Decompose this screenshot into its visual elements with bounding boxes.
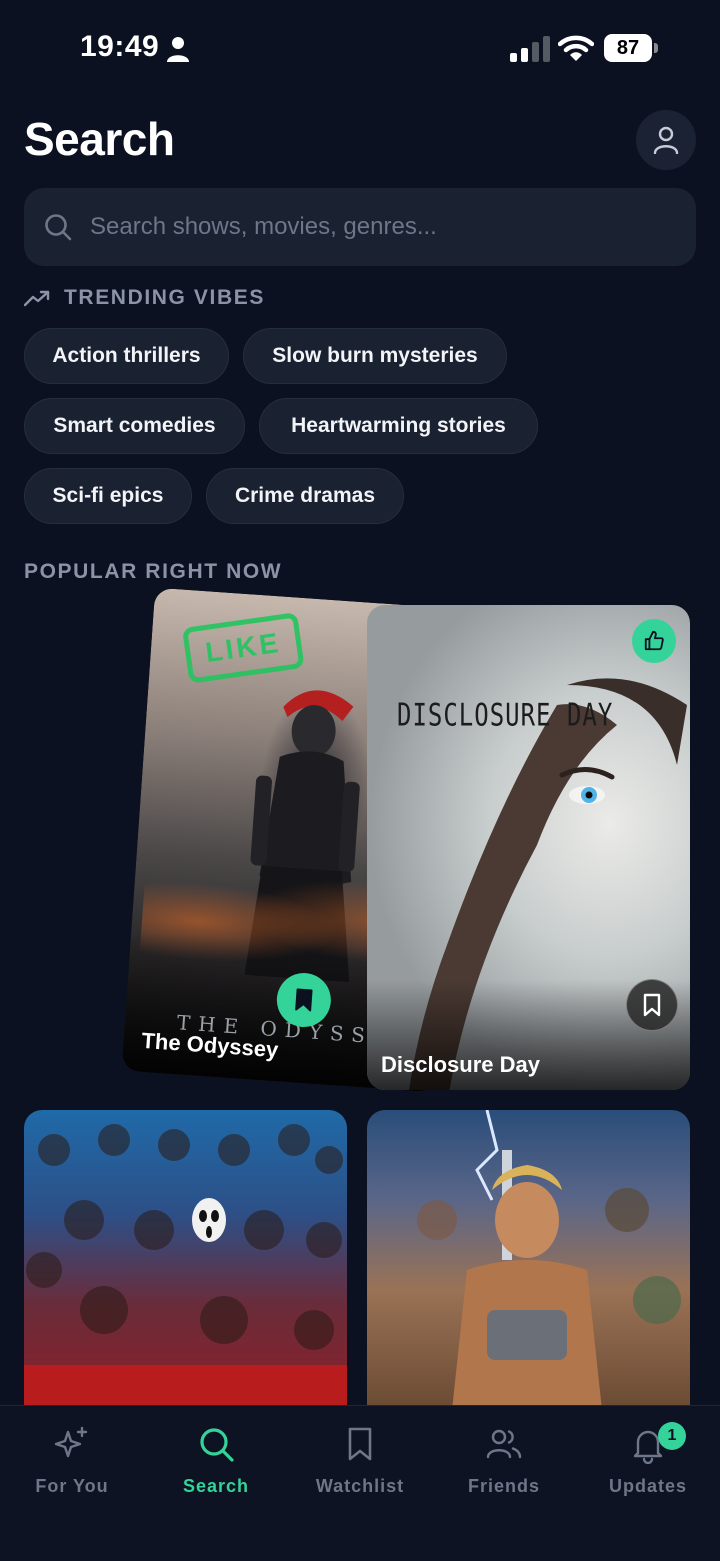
- nav-label: Friends: [467, 1476, 540, 1496]
- poster-title-text: DISCLOSURE DAY: [397, 696, 614, 734]
- nav-label: Watchlist: [315, 1476, 405, 1496]
- status-bar: 19:49 87: [0, 0, 720, 96]
- chip-crime-dramas[interactable]: Crime dramas: [206, 468, 404, 524]
- card-title: Disclosure Day: [381, 1052, 540, 1077]
- updates-badge: 1: [658, 1422, 686, 1450]
- wifi-icon: [558, 35, 594, 61]
- nav-label: Updates: [608, 1476, 687, 1496]
- popular-header: POPULAR RIGHT NOW: [24, 560, 283, 583]
- bottom-navigation: For You Search Watchlist Friends 1 Updat…: [0, 1405, 720, 1561]
- movie-card-poster[interactable]: [367, 1110, 690, 1410]
- like-stamp: LIKE: [181, 612, 305, 684]
- thumbs-up-icon: [644, 630, 664, 651]
- chip-action-thrillers[interactable]: Action thrillers: [24, 328, 229, 384]
- poster-crowd-image: [24, 1124, 347, 1410]
- nav-updates[interactable]: 1 Updates: [576, 1422, 720, 1514]
- chip-smart-comedies[interactable]: Smart comedies: [24, 398, 245, 454]
- bookmark-icon: [348, 1427, 372, 1461]
- movie-card-poster[interactable]: [24, 1110, 347, 1410]
- page-title: Search: [24, 113, 175, 165]
- trending-up-icon: [24, 290, 50, 307]
- trending-header: TRENDING VIBES: [24, 284, 265, 312]
- sparkles-icon: [54, 1426, 88, 1458]
- nav-label: For You: [35, 1476, 109, 1496]
- trending-label: TRENDING VIBES: [64, 286, 265, 309]
- nav-watchlist[interactable]: Watchlist: [288, 1424, 432, 1514]
- battery-level: 87: [604, 34, 652, 62]
- cellular-signal-icon: [510, 36, 550, 62]
- chip-sci-fi-epics[interactable]: Sci-fi epics: [24, 468, 192, 524]
- nav-friends[interactable]: Friends: [432, 1424, 576, 1514]
- movie-card-disclosure-day[interactable]: DISCLOSURE DAY Disclosure Day: [367, 605, 690, 1090]
- search-icon: [45, 214, 72, 241]
- user-icon: [653, 126, 679, 154]
- person-icon: [167, 37, 189, 62]
- battery-indicator: 87: [604, 34, 658, 62]
- like-button[interactable]: [632, 619, 676, 663]
- profile-button[interactable]: [636, 110, 696, 170]
- search-bar[interactable]: [24, 188, 696, 266]
- nav-for-you[interactable]: For You: [0, 1424, 144, 1514]
- chip-heartwarming-stories[interactable]: Heartwarming stories: [259, 398, 538, 454]
- search-input[interactable]: [90, 188, 670, 266]
- chip-slow-burn-mysteries[interactable]: Slow burn mysteries: [243, 328, 507, 384]
- nav-label: Search: [182, 1476, 250, 1496]
- clock: 19:49: [80, 30, 160, 63]
- search-icon: [200, 1428, 234, 1462]
- bookmark-icon: [643, 993, 661, 1017]
- nav-search[interactable]: Search: [144, 1424, 288, 1514]
- bookmark-filled-icon: [295, 988, 313, 1012]
- poster-hero-image: [417, 1110, 681, 1410]
- users-icon: [486, 1429, 522, 1459]
- bookmark-button[interactable]: [626, 979, 678, 1031]
